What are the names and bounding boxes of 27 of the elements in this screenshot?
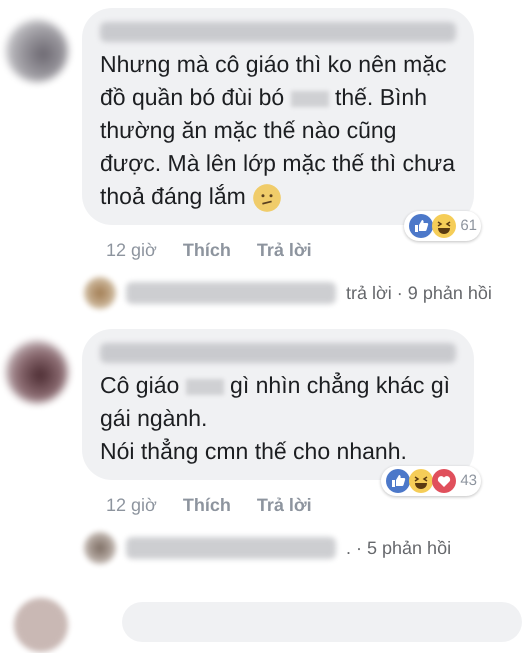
reaction-count: 43 xyxy=(460,470,477,491)
comment-text: Nhưng mà cô giáo thì ko nên mặc đồ quần bó đùi bó thế. Bình thường ăn mặc thế nào cũng được. Mà lên lớp mặc thế thì chưa thoả đáng lắm xyxy=(100,48,456,213)
replies-link[interactable]: . · 5 phản hồi xyxy=(346,534,452,562)
comment-text: Cô giáo gì nhìn chẳng khác gì gái ngành. xyxy=(100,371,451,433)
reply-link[interactable]: Trả lời xyxy=(256,492,312,518)
reply-link[interactable]: Trả lời xyxy=(256,236,312,264)
reactions-pill[interactable]: 61 xyxy=(404,211,481,241)
laughing-face-icon xyxy=(408,468,434,494)
reply-avatar xyxy=(84,277,116,309)
comment-time: 12 giờ xyxy=(106,238,157,262)
reaction-count: 61 xyxy=(460,216,477,236)
avatar xyxy=(14,598,68,652)
blurred-word xyxy=(186,378,224,395)
like-link[interactable]: Thích xyxy=(182,492,231,518)
laughing-face-icon xyxy=(431,213,458,239)
thumbs-up-icon xyxy=(385,468,412,494)
comment-time: 12 giờ xyxy=(106,494,157,517)
blurred-word xyxy=(290,90,329,107)
replies-link[interactable]: trả lời · 9 phản hồi xyxy=(346,280,492,306)
reply-avatar xyxy=(84,532,116,564)
like-link[interactable]: Thích xyxy=(182,236,231,264)
avatar xyxy=(6,20,68,82)
comment-text: Nói thẳng cmn thế cho nhanh. xyxy=(100,437,408,466)
avatar xyxy=(6,341,68,403)
confused-face-icon xyxy=(252,182,282,213)
reactions-pill[interactable]: 43 xyxy=(381,466,481,496)
thumbs-up-icon xyxy=(408,213,434,239)
